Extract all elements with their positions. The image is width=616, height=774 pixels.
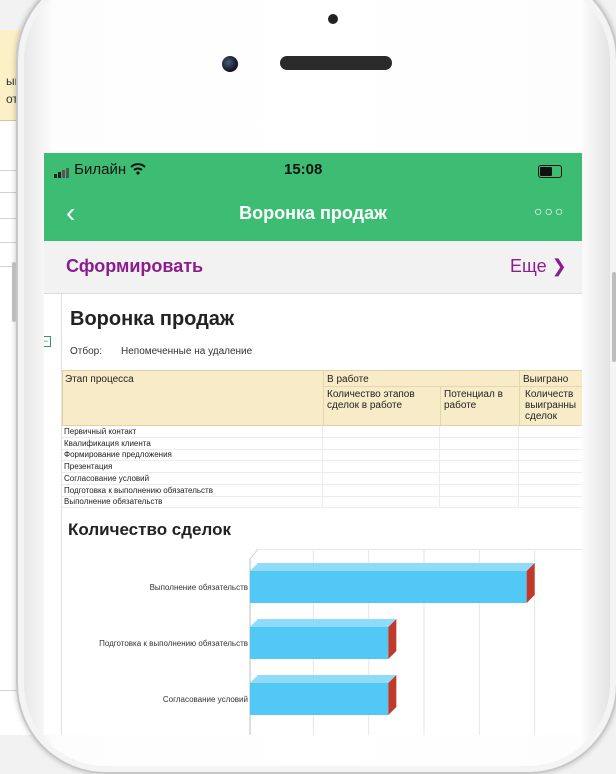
table-row: Подготовка к выполнению обязательств bbox=[62, 484, 582, 497]
cell-divider bbox=[322, 426, 323, 437]
phone-screen: Билайн 15:08 ‹ Воронка продаж ○○○ Сформи… bbox=[44, 153, 582, 735]
bar-top bbox=[250, 563, 535, 571]
page-title: Воронка продаж bbox=[239, 203, 387, 223]
header-count-in-work-line: сделок в работе bbox=[327, 400, 403, 411]
chart-frame bbox=[249, 549, 582, 560]
table-row: Квалификация клиента bbox=[62, 437, 582, 450]
header-stage: Этап процесса bbox=[65, 374, 134, 385]
category-label: Выполнение обязательств bbox=[150, 583, 248, 592]
ellipsis-icon[interactable]: ○○○ bbox=[534, 203, 565, 219]
front-camera-icon bbox=[222, 56, 238, 72]
cell-divider bbox=[322, 496, 323, 508]
table-row: Первичный контакт bbox=[62, 426, 582, 438]
cell-divider bbox=[322, 449, 323, 461]
header-group-won: Выиграно bbox=[523, 374, 569, 385]
battery-icon bbox=[538, 165, 562, 178]
cell-divider bbox=[439, 426, 440, 437]
table-row: Презентация bbox=[62, 461, 582, 474]
row-stage-label: Презентация bbox=[64, 462, 113, 472]
header-group-in-work: В работе bbox=[327, 374, 369, 385]
row-stage-label: Первичный контакт bbox=[64, 427, 137, 436]
row-stage-label: Формирование предложения bbox=[64, 450, 172, 460]
table-row: Согласование условий bbox=[62, 472, 582, 485]
row-stage-label: Согласование условий bbox=[64, 473, 150, 483]
earpiece-speaker bbox=[280, 56, 392, 70]
cell-divider bbox=[518, 472, 519, 484]
table-header: Этап процесса В работе Выиграно Количест… bbox=[62, 370, 582, 426]
cell-divider bbox=[439, 449, 440, 461]
row-stage-label: Выполнение обязательств bbox=[64, 497, 163, 507]
wifi-icon bbox=[130, 163, 147, 175]
header-count-in-work-line: Количество этапов bbox=[327, 389, 415, 400]
header-potential-line: Потенциал в bbox=[444, 389, 503, 400]
status-bar: Билайн 15:08 bbox=[44, 153, 582, 189]
header-won-line: Количеств bbox=[525, 389, 574, 400]
cell-divider bbox=[322, 437, 323, 449]
cell-divider bbox=[439, 496, 440, 508]
cell-divider bbox=[518, 426, 519, 437]
carrier: Билайн bbox=[54, 161, 147, 178]
signal-icon bbox=[54, 161, 70, 178]
filter-value: Непомеченные на удаление bbox=[121, 346, 253, 357]
report-title: Воронка продаж bbox=[70, 308, 235, 330]
more-button[interactable]: Еще ❯ bbox=[510, 256, 567, 277]
header-count-in-work: Количество этапов сделок в работе bbox=[327, 389, 415, 411]
sensor-icon bbox=[328, 14, 338, 24]
header-won-count: Количеств выигранны сделок bbox=[525, 389, 582, 422]
volume-button bbox=[12, 262, 16, 322]
cell-divider bbox=[518, 484, 519, 496]
header-won-line: выигранны bbox=[525, 400, 577, 411]
nav-bar: ‹ Воронка продаж ○○○ bbox=[44, 189, 582, 241]
report-area[interactable]: − Воронка продаж Отбор: Непомеченные на … bbox=[44, 294, 582, 735]
filter-label: Отбор: bbox=[70, 346, 102, 357]
category-label: Подготовка к выполнению обязательств bbox=[99, 639, 248, 648]
cell-divider bbox=[518, 449, 519, 461]
status-time: 15:08 bbox=[284, 161, 323, 178]
report-filter: Отбор: Непомеченные на удаление bbox=[70, 346, 252, 357]
bar bbox=[250, 683, 389, 715]
cell-divider bbox=[439, 437, 440, 449]
cell-divider bbox=[439, 484, 440, 496]
cell-divider bbox=[518, 461, 519, 473]
bar bbox=[250, 571, 527, 603]
header-divider bbox=[519, 371, 520, 425]
chart-title: Количество сделок bbox=[68, 520, 231, 539]
cell-divider bbox=[322, 472, 323, 484]
table-row: Формирование предложения bbox=[62, 449, 582, 462]
header-divider bbox=[323, 386, 582, 387]
header-won-line: сделок bbox=[525, 411, 557, 422]
cell-divider bbox=[518, 437, 519, 449]
cell-divider bbox=[322, 484, 323, 496]
header-potential: Потенциал в работе bbox=[444, 389, 503, 411]
header-divider bbox=[323, 371, 324, 425]
header-divider bbox=[440, 386, 441, 425]
row-stage-label: Подготовка к выполнению обязательств bbox=[64, 485, 213, 495]
generate-button[interactable]: Сформировать bbox=[66, 256, 203, 277]
power-button bbox=[612, 272, 616, 362]
command-bar: Сформировать Еще ❯ bbox=[44, 241, 582, 294]
bar-top bbox=[250, 675, 397, 683]
cell-divider bbox=[518, 496, 519, 508]
cell-divider bbox=[439, 461, 440, 473]
collapse-icon[interactable]: − bbox=[44, 336, 51, 347]
carrier-name: Билайн bbox=[74, 161, 127, 178]
deals-bar-chart: Выполнение обязательств Подготовка к выпо… bbox=[99, 549, 582, 735]
bar bbox=[250, 627, 389, 659]
row-stage-label: Квалификация клиента bbox=[64, 438, 151, 448]
cell-divider bbox=[439, 472, 440, 484]
bar-top bbox=[250, 619, 397, 627]
cell-divider bbox=[322, 461, 323, 473]
category-label: Согласование условий bbox=[163, 695, 248, 704]
header-potential-line: работе bbox=[444, 400, 477, 411]
table-row: Выполнение обязательств bbox=[62, 496, 582, 509]
